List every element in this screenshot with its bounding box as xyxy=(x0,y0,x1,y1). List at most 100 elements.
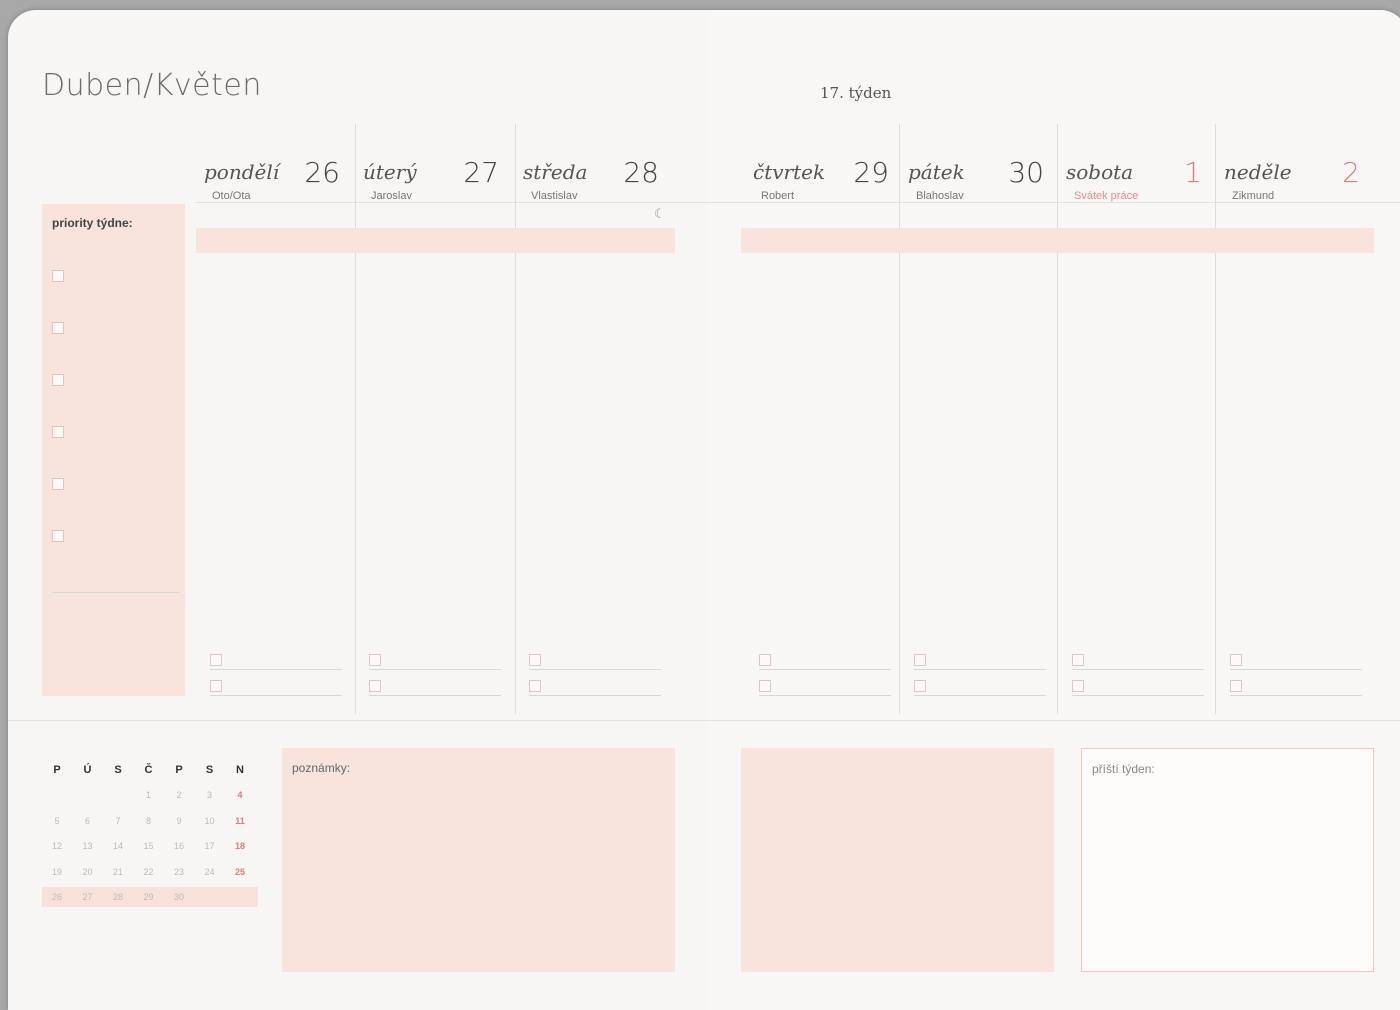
task-checkbox[interactable] xyxy=(529,654,541,666)
day-name: pátek xyxy=(908,160,965,184)
day-name: středa xyxy=(523,160,588,184)
nameday: Jaroslav xyxy=(371,190,412,202)
task-line[interactable] xyxy=(210,669,342,670)
day-header: čtvrtek 29 Robert xyxy=(753,140,893,210)
calendar-day: 6 xyxy=(84,815,90,826)
priority-checkbox[interactable] xyxy=(52,478,64,490)
day-header: neděle 2 Zikmund xyxy=(1224,140,1364,210)
calendar-day: 25 xyxy=(234,866,245,877)
calendar-day: 15 xyxy=(143,841,154,851)
priority-checkbox[interactable] xyxy=(52,530,64,542)
task-checkbox[interactable] xyxy=(914,654,926,666)
calendar-day: 24 xyxy=(204,866,215,877)
calendar-weekday: S xyxy=(114,764,122,776)
column-divider xyxy=(1057,124,1058,714)
calendar-day: 30 xyxy=(173,892,184,902)
task-checkbox[interactable] xyxy=(210,680,222,692)
task-checkbox[interactable] xyxy=(1072,680,1084,692)
task-line[interactable] xyxy=(914,695,1046,696)
extra-notes-box[interactable] xyxy=(741,748,1054,972)
calendar-day: 3 xyxy=(206,790,212,800)
task-checkbox[interactable] xyxy=(914,680,926,692)
day-name: pondělí xyxy=(204,160,280,184)
calendar-day: 28 xyxy=(112,892,123,902)
calendar-day: 10 xyxy=(204,815,215,826)
month-title: Duben/Květen xyxy=(42,68,262,103)
day-header: sobota 1 Svátek práce xyxy=(1066,140,1206,210)
priorities-title: priority týdne: xyxy=(52,216,133,230)
priority-checkbox[interactable] xyxy=(52,426,64,438)
week-label: 17. týden xyxy=(820,84,892,102)
calendar-weekday: P xyxy=(53,764,61,776)
task-checkbox[interactable] xyxy=(759,680,771,692)
task-line[interactable] xyxy=(529,669,661,670)
task-line[interactable] xyxy=(529,695,661,696)
calendar-day: 23 xyxy=(173,866,184,877)
task-checkbox[interactable] xyxy=(369,680,381,692)
task-checkbox[interactable] xyxy=(1230,680,1242,692)
calendar-weekday: Č xyxy=(144,764,153,776)
day-number: 29 xyxy=(853,156,889,189)
allday-bar-left[interactable] xyxy=(196,228,675,253)
calendar-day: 17 xyxy=(204,841,215,851)
calendar-day: 21 xyxy=(112,866,123,877)
nameday: Blahoslav xyxy=(916,190,964,202)
calendar-day: 13 xyxy=(82,841,93,851)
calendar-day: 19 xyxy=(51,866,62,877)
task-line[interactable] xyxy=(759,669,891,670)
task-line[interactable] xyxy=(369,669,501,670)
notes-label: poznámky: xyxy=(292,761,351,775)
calendar-day: 1 xyxy=(145,790,151,800)
column-divider xyxy=(1215,124,1216,714)
notes-box[interactable] xyxy=(282,748,675,972)
task-line[interactable] xyxy=(1072,695,1204,696)
bottom-separator xyxy=(8,720,1400,721)
priority-checkbox[interactable] xyxy=(52,322,64,334)
task-checkbox[interactable] xyxy=(529,680,541,692)
nameday: Svátek práce xyxy=(1074,190,1139,202)
task-line[interactable] xyxy=(1230,695,1362,696)
calendar-weekday: S xyxy=(205,764,214,776)
task-line[interactable] xyxy=(759,695,891,696)
task-checkbox[interactable] xyxy=(369,654,381,666)
calendar-day: 9 xyxy=(176,815,182,826)
task-checkbox[interactable] xyxy=(210,654,222,666)
task-line[interactable] xyxy=(1230,669,1362,670)
task-line[interactable] xyxy=(369,695,501,696)
allday-bar-right[interactable] xyxy=(741,228,1374,253)
day-header: pondělí 26 Oto/Ota xyxy=(204,140,344,210)
task-checkbox[interactable] xyxy=(759,654,771,666)
next-week-box[interactable] xyxy=(1081,748,1374,972)
moon-phase-icon: ☾ xyxy=(654,207,666,222)
day-name: čtvrtek xyxy=(753,160,826,184)
calendar-day: 4 xyxy=(237,790,243,800)
day-number: 1 xyxy=(1184,156,1202,189)
day-name: úterý xyxy=(363,160,417,184)
calendar-weekday: P xyxy=(175,764,183,776)
calendar-day: 26 xyxy=(51,892,62,902)
task-line[interactable] xyxy=(1072,669,1204,670)
task-line[interactable] xyxy=(914,669,1046,670)
priority-checkbox[interactable] xyxy=(52,270,64,282)
calendar-day: 8 xyxy=(145,815,151,826)
planner-spread: Duben/Květen 17. týden pondělí 26 Oto/Ota ú… xyxy=(8,10,1400,1010)
task-checkbox[interactable] xyxy=(1072,654,1084,666)
day-header: středa 28 Vlastislav xyxy=(523,140,663,210)
nameday: Vlastislav xyxy=(531,190,578,202)
task-line[interactable] xyxy=(210,695,342,696)
calendar-weekday: N xyxy=(236,764,244,776)
column-divider xyxy=(355,124,356,714)
calendar-day: 14 xyxy=(112,841,123,851)
priority-checkbox[interactable] xyxy=(52,374,64,386)
task-checkbox[interactable] xyxy=(1230,654,1242,666)
calendar-day: 12 xyxy=(51,841,62,851)
day-number: 2 xyxy=(1342,156,1360,189)
calendar-day: 7 xyxy=(115,815,121,826)
column-divider xyxy=(899,124,900,714)
nameday: Robert xyxy=(761,190,795,202)
priority-divider xyxy=(52,592,180,593)
next-week-label: příští týden: xyxy=(1092,762,1155,776)
nameday: Zikmund xyxy=(1232,190,1275,202)
day-number: 27 xyxy=(463,156,499,189)
calendar-day: 18 xyxy=(234,841,245,851)
